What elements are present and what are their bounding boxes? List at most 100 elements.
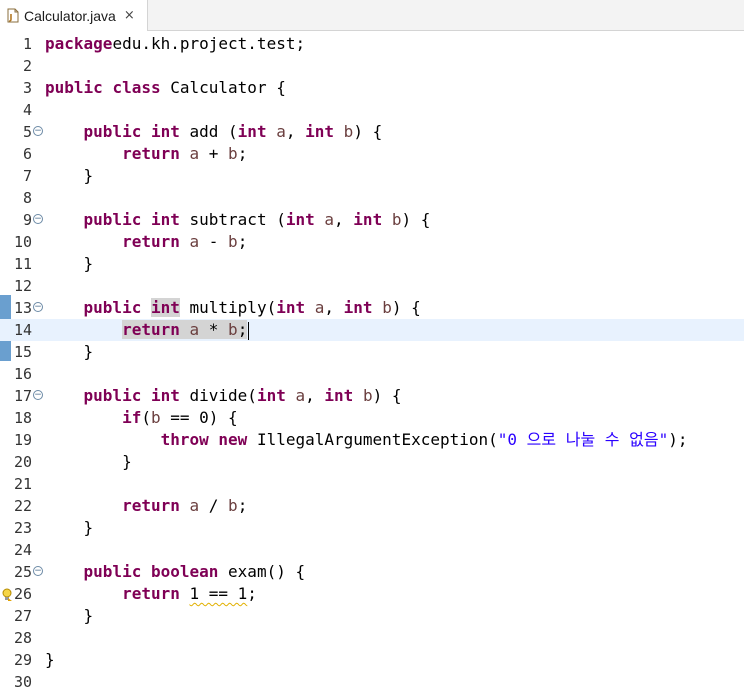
line-number: 16	[13, 365, 32, 383]
code-token: b	[343, 122, 354, 141]
code-line[interactable]: 23 }	[0, 517, 744, 539]
code-line[interactable]: 13− public int multiply(int a, int b) {	[0, 297, 744, 319]
code-token: class	[112, 78, 161, 97]
code-line[interactable]: 26 return 1 == 1;	[0, 583, 744, 605]
code-text: public int add (int a, int b) {	[45, 121, 383, 143]
code-token: ) {	[353, 122, 383, 141]
code-text: return a - b;	[45, 231, 247, 253]
code-line[interactable]: 25− public boolean exam() {	[0, 561, 744, 583]
code-line[interactable]: 12	[0, 275, 744, 297]
code-token: b	[228, 232, 238, 251]
code-line[interactable]: 22 return a / b;	[0, 495, 744, 517]
line-number: 30	[13, 673, 32, 691]
code-line[interactable]: 10 return a - b;	[0, 231, 744, 253]
code-token: b	[228, 144, 238, 163]
code-token: b	[228, 320, 238, 339]
code-line[interactable]: 30	[0, 671, 744, 693]
code-line[interactable]: 18 if(b == 0) {	[0, 407, 744, 429]
line-number: 15	[13, 343, 32, 361]
line-number: 20	[13, 453, 32, 471]
collapse-icon[interactable]: −	[33, 390, 43, 400]
code-token: "0 으로 나눌 수 없음"	[497, 430, 669, 449]
code-token: subtract (	[179, 210, 286, 229]
code-token: }	[45, 650, 55, 669]
code-token: return	[122, 496, 180, 515]
code-text: }	[45, 649, 55, 671]
code-line[interactable]: 1 packageedu.kh.project.test;	[0, 33, 744, 55]
code-token: ,	[324, 298, 344, 317]
code-line[interactable]: 15 }	[0, 341, 744, 363]
collapse-icon[interactable]: −	[33, 302, 43, 312]
code-token: return	[122, 584, 180, 603]
code-line[interactable]: 8	[0, 187, 744, 209]
code-line[interactable]: 7 }	[0, 165, 744, 187]
code-line[interactable]: 4	[0, 99, 744, 121]
code-text: return 1 == 1;	[45, 583, 257, 605]
line-number: 27	[13, 607, 32, 625]
line-number: 1	[22, 35, 32, 53]
code-line[interactable]: 5− public int add (int a, int b) {	[0, 121, 744, 143]
line-number: 19	[13, 431, 32, 449]
code-line[interactable]: 27 }	[0, 605, 744, 627]
line-number: 5	[22, 123, 32, 141]
code-editor[interactable]: 1 packageedu.kh.project.test; 2 3 public cla…	[0, 31, 744, 700]
code-token: int	[150, 210, 180, 229]
collapse-icon[interactable]: −	[33, 214, 43, 224]
code-line[interactable]: 21	[0, 473, 744, 495]
code-token: ,	[305, 386, 325, 405]
code-token: int	[305, 122, 335, 141]
code-text: }	[45, 253, 94, 275]
code-line[interactable]: 16	[0, 363, 744, 385]
code-token: edu.kh.project.test;	[112, 34, 306, 53]
code-token: ) {	[401, 210, 431, 229]
line-number: 29	[13, 651, 32, 669]
code-token	[179, 320, 190, 339]
code-line[interactable]: 20 }	[0, 451, 744, 473]
line-number: 28	[13, 629, 32, 647]
code-token: add (	[179, 122, 238, 141]
code-line[interactable]: 29}	[0, 649, 744, 671]
close-icon[interactable]: ×	[124, 8, 135, 23]
code-text: return a / b;	[45, 495, 247, 517]
line-number: 23	[13, 519, 32, 537]
code-token: return	[122, 144, 180, 163]
code-line[interactable]: 24	[0, 539, 744, 561]
line-number: 4	[22, 101, 32, 119]
code-line[interactable]: 6 return a + b;	[0, 143, 744, 165]
code-line[interactable]: 14 return a * b;	[0, 319, 744, 341]
warning-lightbulb-icon[interactable]	[1, 587, 13, 601]
code-token: public	[83, 386, 142, 405]
code-line[interactable]: 3 public class Calculator {	[0, 77, 744, 99]
code-token: int	[237, 122, 267, 141]
line-number: 17	[13, 387, 32, 405]
code-line[interactable]: 28	[0, 627, 744, 649]
collapse-icon[interactable]: −	[33, 566, 43, 576]
code-line[interactable]: 11 }	[0, 253, 744, 275]
code-line[interactable]: 2	[0, 55, 744, 77]
line-number: 7	[22, 167, 32, 185]
code-line[interactable]: 19 throw new IllegalArgumentException("0…	[0, 429, 744, 451]
code-token: a	[295, 386, 306, 405]
code-line[interactable]: 17− public int divide(int a, int b) {	[0, 385, 744, 407]
line-number: 24	[13, 541, 32, 559]
tab-calculator-java[interactable]: J Calculator.java ×	[0, 0, 148, 31]
code-token: ) {	[372, 386, 402, 405]
code-token: ,	[285, 122, 306, 141]
code-token: return	[122, 320, 180, 339]
code-token: int	[256, 386, 286, 405]
code-line[interactable]: 9− public int subtract (int a, int b) {	[0, 209, 744, 231]
code-token: a	[189, 144, 200, 163]
code-token: a	[324, 210, 335, 229]
collapse-icon[interactable]: −	[33, 126, 43, 136]
